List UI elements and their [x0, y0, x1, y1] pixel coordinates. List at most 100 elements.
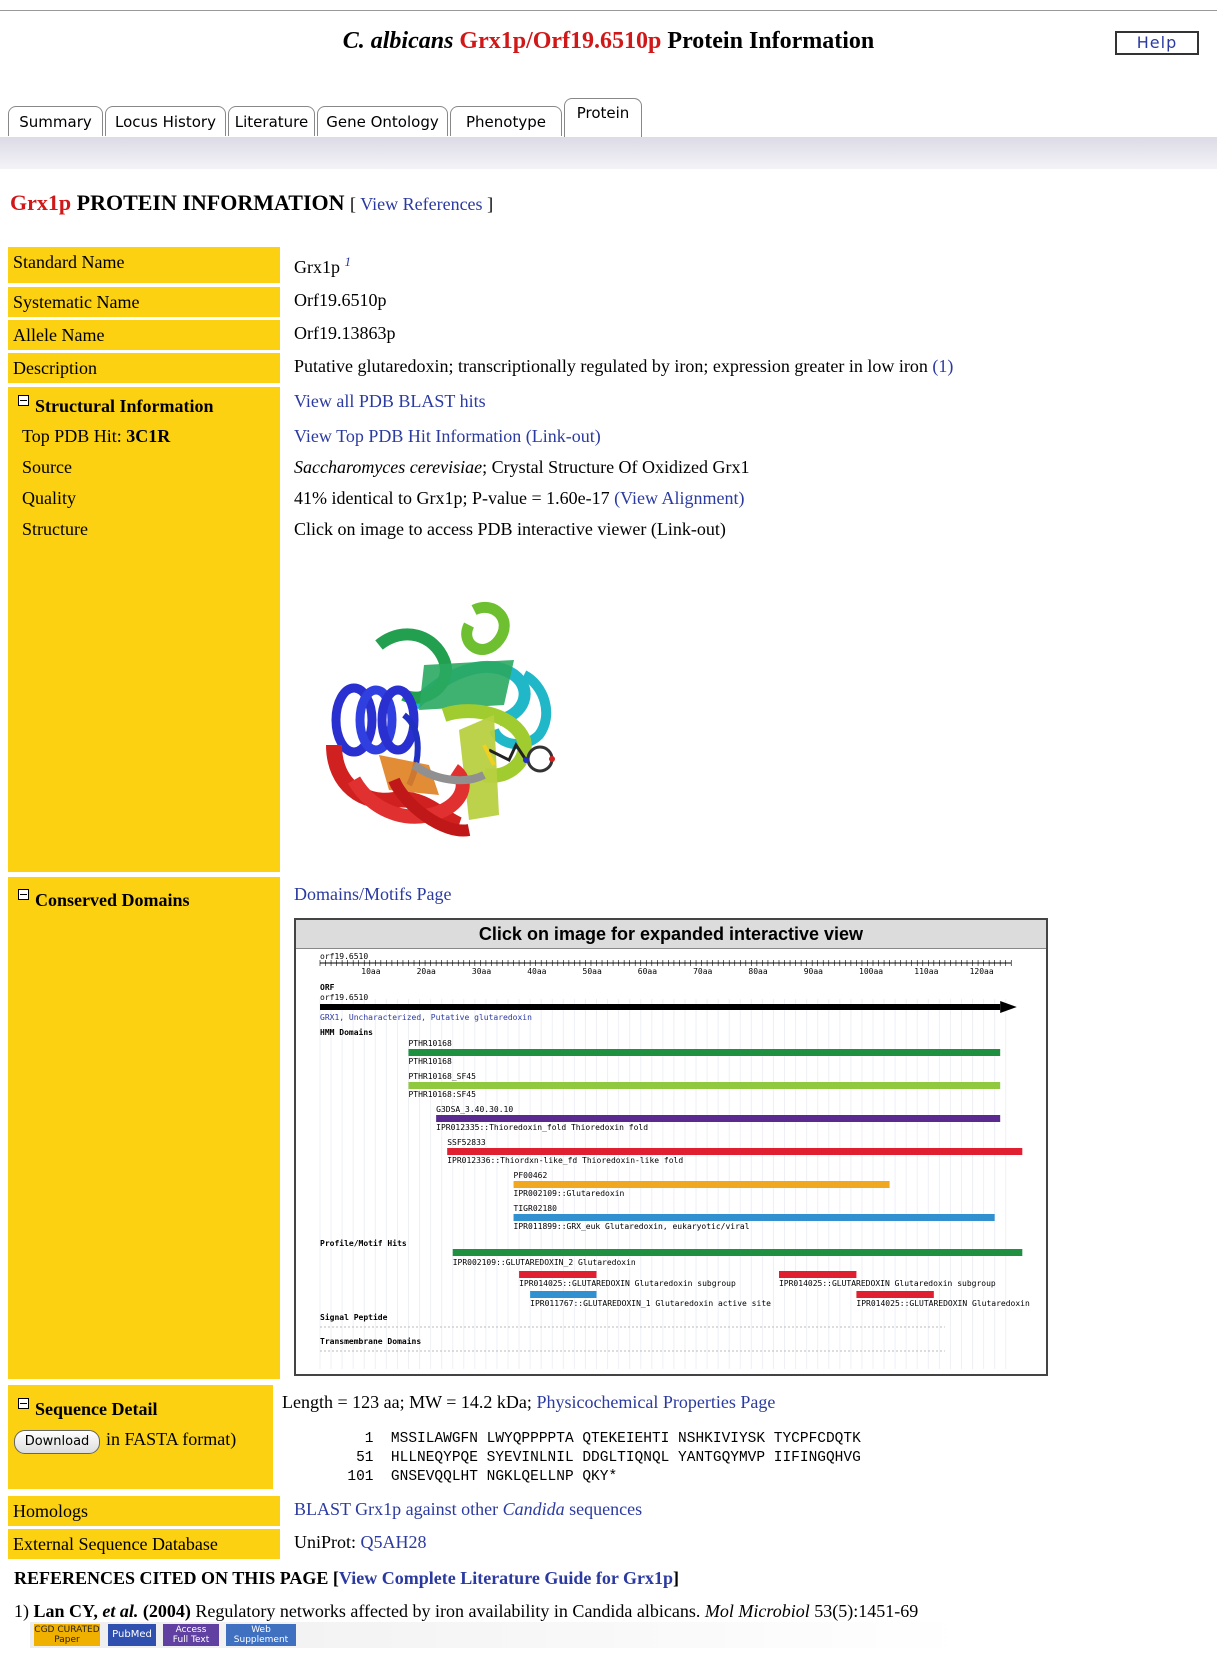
orf-desc: GRX1, Uncharacterized, Putative glutared…	[320, 1013, 532, 1022]
transmembrane-label: Transmembrane Domains	[320, 1336, 421, 1346]
conserved-domains-label[interactable]: Conserved Domains	[18, 889, 190, 911]
domain-track-top-label: PTHR10168	[408, 1039, 452, 1048]
tab-phenotype[interactable]: Phenotype	[450, 106, 562, 136]
hmm-label: HMM Domains	[320, 1027, 373, 1037]
domain-track-bottom-label: PTHR10168:SF45	[408, 1090, 476, 1099]
sequence-length: Length = 123 aa; MW = 14.2 kDa; Physicoc…	[282, 1392, 776, 1412]
ruler-tick-label: 10aa	[361, 967, 380, 976]
pdb-blast-link[interactable]: View all PDB BLAST hits	[294, 391, 486, 412]
collapse-icon[interactable]	[18, 395, 29, 406]
domains-motifs-link[interactable]: Domains/Motifs Page	[294, 884, 452, 905]
top-pdb-hit-link[interactable]: View Top PDB Hit Information (Link-out)	[294, 426, 601, 447]
literature-guide-link[interactable]: View Complete Literature Guide for Grx1p	[339, 1568, 673, 1588]
domain-track-bottom-label: IPR012335::Thioredoxin_fold Thioredoxin …	[436, 1123, 648, 1132]
ruler-tick-label: 110aa	[914, 967, 938, 976]
top-rule	[0, 10, 1217, 11]
full-text-badge[interactable]: Access Full Text	[163, 1624, 219, 1646]
tab-locus-history[interactable]: Locus History	[105, 106, 226, 136]
page-title: C. albicans Grx1p/Orf19.6510p Protein In…	[342, 28, 875, 54]
sequence-line: 51 HLLNEQYPQE SYEVINLNIL DDGLTIQNQL YANT…	[330, 1450, 861, 1466]
help-button[interactable]: Help	[1115, 31, 1199, 55]
reference-item: 1) Lan CY, et al. (2004) Regulatory netw…	[14, 1601, 919, 1621]
tab-summary[interactable]: Summary	[8, 106, 103, 136]
section-title: Grx1p PROTEIN INFORMATION [ View Referen…	[10, 190, 494, 215]
sequence-detail-label[interactable]: Sequence Detail	[18, 1398, 157, 1420]
collapse-icon[interactable]	[18, 889, 29, 900]
protein-structure-image[interactable]	[294, 565, 594, 867]
motif-label: IPR014025::GLUTAREDOXIN Glutaredoxin sub…	[519, 1279, 736, 1288]
domain-bar	[408, 1049, 1001, 1056]
ruler-tick-label: 80aa	[748, 967, 767, 976]
domain-bar	[447, 1148, 1023, 1155]
ruler-tick-label: 120aa	[970, 967, 994, 976]
uniprot-link[interactable]: Q5AH28	[361, 1532, 427, 1552]
tab-gene-ontology[interactable]: Gene Ontology	[317, 106, 448, 136]
orf-label: ORF	[320, 983, 335, 992]
standard-name-ref[interactable]: 1	[345, 254, 352, 269]
systematic-name-label: Systematic Name	[8, 287, 280, 317]
download-button[interactable]: Download	[14, 1430, 100, 1454]
blast-homologs-link[interactable]: BLAST Grx1p against other Candida sequen…	[294, 1499, 642, 1520]
cgd-curated-badge[interactable]: CGD CURATED Paper	[34, 1624, 100, 1646]
references-heading: REFERENCES CITED ON THIS PAGE [View Comp…	[14, 1568, 680, 1588]
orf-arrow	[1000, 1001, 1017, 1013]
ruler-name: orf19.6510	[320, 952, 368, 961]
structure-value: Click on image to access PDB interactive…	[294, 519, 726, 539]
allele-name-value: Orf19.13863p	[294, 323, 396, 343]
ruler-tick-label: 100aa	[859, 967, 883, 976]
ruler-tick-label: 40aa	[527, 967, 546, 976]
ruler-tick-label: 20aa	[417, 967, 436, 976]
tab-protein[interactable]: Protein	[564, 98, 642, 137]
domain-track-bottom-label: PTHR10168	[408, 1057, 452, 1066]
fasta-format-label: in FASTA format)	[106, 1429, 237, 1449]
standard-name-value: Grx1p 1	[294, 254, 352, 277]
domain-bar	[513, 1214, 995, 1221]
physicochemical-link[interactable]: Physicochemical Properties Page	[536, 1392, 775, 1412]
structure-label: Structure	[22, 519, 88, 539]
quality-label: Quality	[22, 488, 76, 508]
ruler-tick-label: 30aa	[472, 967, 491, 976]
description-ref-link[interactable]: (1)	[932, 356, 953, 376]
ruler-tick-label: 90aa	[804, 967, 823, 976]
conserved-domains-panel	[8, 877, 280, 1379]
domain-track-top-label: SSF52833	[447, 1138, 486, 1147]
source-label: Source	[22, 457, 72, 477]
pubmed-badge[interactable]: PubMed	[108, 1624, 156, 1646]
standard-name-label: Standard Name	[8, 247, 280, 283]
collapse-icon[interactable]	[18, 1398, 29, 1409]
ruler-tick-label: 70aa	[693, 967, 712, 976]
profile-bar-label: IPR002109::GLUTAREDOXIN_2 Glutaredoxin	[453, 1258, 636, 1267]
motif-bar	[778, 1271, 857, 1278]
structural-info-label[interactable]: Structural Information	[18, 395, 214, 417]
external-db-label: External Sequence Database	[8, 1529, 280, 1559]
sequence-line: 1 MSSILAWGFN LWYQPPPPTA QTEKEIEHTI NSHKI…	[330, 1431, 861, 1447]
external-db-value: UniProt: Q5AH28	[294, 1532, 427, 1552]
ruler-tick-label: 50aa	[583, 967, 602, 976]
description-label: Description	[8, 353, 280, 383]
motif-bar	[519, 1271, 597, 1278]
view-alignment-link[interactable]: (View Alignment)	[614, 488, 744, 508]
domains-image-header: Click on image for expanded interactive …	[296, 920, 1046, 949]
motif-label: IPR011767::GLUTAREDOXIN_1 Glutaredoxin a…	[530, 1299, 771, 1308]
web-supplement-badge[interactable]: Web Supplement	[226, 1624, 296, 1646]
domain-bar	[513, 1181, 890, 1188]
domain-bar	[436, 1115, 1001, 1122]
allele-name-label: Allele Name	[8, 320, 280, 350]
domain-track-top-label: PF00462	[514, 1171, 548, 1180]
sequence-line: 101 GNSEVQQLHT NGKLQELLNP QKY*	[330, 1469, 618, 1485]
domains-image[interactable]: Click on image for expanded interactive …	[294, 918, 1048, 1376]
domain-track-bottom-label: IPR011899::GRX_euk Glutaredoxin, eukaryo…	[514, 1222, 750, 1231]
systematic-name-value: Orf19.6510p	[294, 290, 387, 310]
quality-value: 41% identical to Grx1p; P-value = 1.60e-…	[294, 488, 745, 508]
domains-map: orf19.6510 10aa 20aa 30aa 40aa 50aa 60aa 70aa 80…	[319, 952, 1030, 1369]
orf-name: orf19.6510	[320, 993, 368, 1002]
motif-bar	[530, 1291, 597, 1298]
ruler-tick-label: 60aa	[638, 967, 657, 976]
domain-track-top-label: PTHR10168_SF45	[408, 1072, 476, 1081]
motif-label: IPR014025::GLUTAREDOXIN Glutaredoxin sub…	[779, 1279, 996, 1288]
description-value: Putative glutaredoxin; transcriptionally…	[294, 356, 954, 376]
orf-bar	[320, 1004, 1001, 1010]
signal-peptide-label: Signal Peptide	[320, 1312, 388, 1322]
view-references-link[interactable]: View References	[360, 194, 482, 214]
tab-literature[interactable]: Literature	[228, 106, 315, 136]
